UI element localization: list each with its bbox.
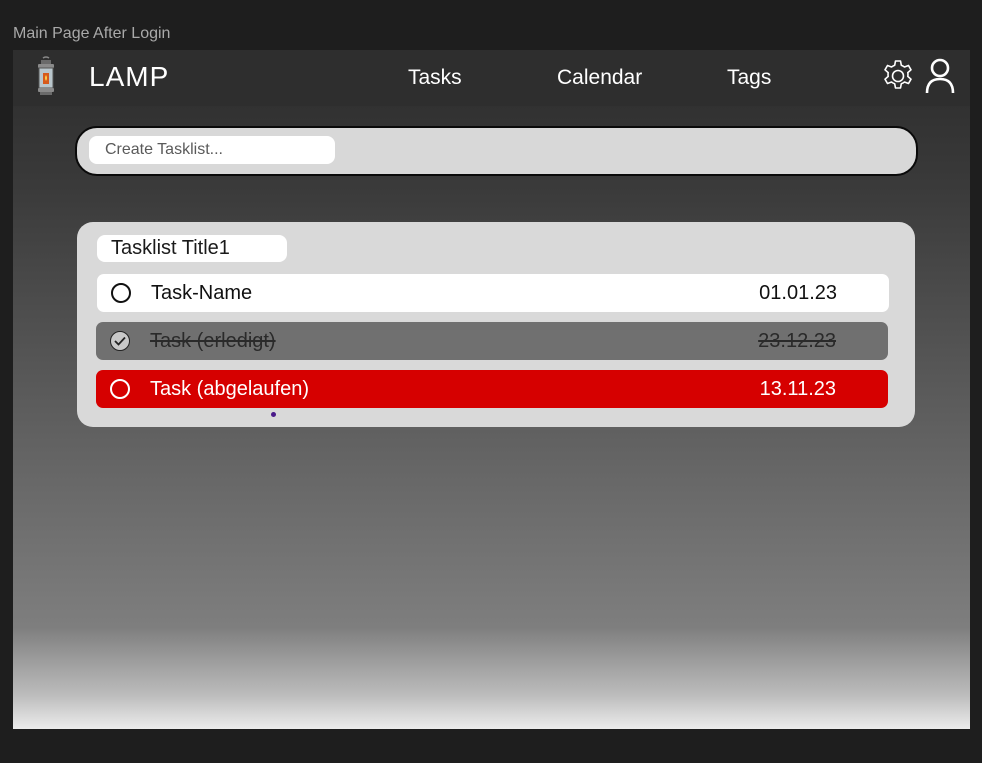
create-tasklist-input[interactable]	[89, 136, 335, 164]
nav-tasks[interactable]: Tasks	[408, 66, 462, 90]
task-name: Task (abgelaufen)	[150, 378, 309, 400]
task-row-done[interactable]: Task (erledigt) 23.12.23	[96, 322, 888, 360]
task-checkbox[interactable]	[111, 283, 131, 303]
gear-icon[interactable]	[880, 58, 916, 94]
task-checkbox[interactable]	[110, 379, 130, 399]
task-name: Task (erledigt)	[150, 330, 276, 352]
lantern-icon	[35, 56, 57, 98]
task-name: Task-Name	[151, 282, 253, 304]
cursor-dot	[271, 412, 276, 417]
task-date: 23.12.23	[758, 330, 836, 352]
task-date: 01.01.23	[759, 282, 837, 304]
check-icon	[114, 336, 126, 346]
tasklist-title[interactable]: Tasklist Title1	[97, 235, 287, 262]
task-row-overdue[interactable]: Task (abgelaufen) 13.11.23	[96, 370, 888, 408]
create-tasklist-bar	[75, 126, 918, 176]
nav-calendar[interactable]: Calendar	[557, 66, 642, 90]
main-page: LAMP Tasks Calendar Tags Tasklist Tit	[13, 50, 970, 729]
task-row[interactable]: Task-Name 01.01.23	[97, 274, 889, 312]
frame-label: Main Page After Login	[13, 25, 171, 42]
brand-title: LAMP	[89, 61, 170, 92]
navbar: LAMP Tasks Calendar Tags	[13, 50, 970, 106]
task-checkbox-checked[interactable]	[110, 331, 130, 351]
nav-tags[interactable]: Tags	[727, 66, 771, 90]
task-date: 13.11.23	[759, 378, 836, 400]
user-icon[interactable]	[924, 57, 956, 97]
tasklist-card: Tasklist Title1 Task-Name 01.01.23 Task …	[77, 222, 915, 427]
